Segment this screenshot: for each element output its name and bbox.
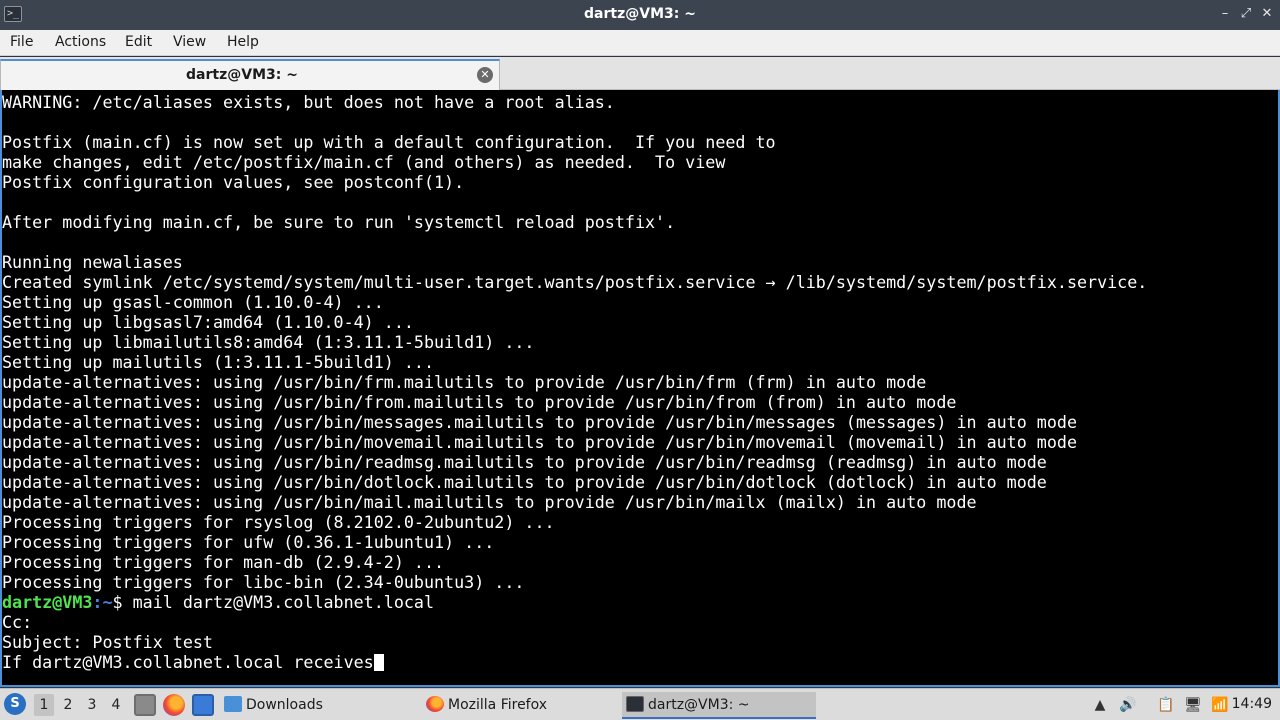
show-desktop-icon[interactable] (192, 694, 214, 716)
firefox-icon (426, 696, 444, 712)
menu-file[interactable]: File (10, 34, 33, 50)
terminal-line: update-alternatives: using /usr/bin/mess… (2, 412, 1077, 432)
tab-bar: dartz@VM3: ~ ✕ (0, 57, 1280, 90)
terminal-line: Setting up libgsasl7:amd64 (1.10.0-4) ..… (2, 312, 414, 332)
terminal-line: Created symlink /etc/systemd/system/mult… (2, 272, 1148, 292)
terminal-line: Postfix configuration values, see postco… (2, 172, 465, 192)
volume-icon[interactable]: 🔊 (1119, 696, 1137, 714)
display-icon[interactable]: 🖥 (1184, 696, 1202, 714)
terminal-line: Setting up mailutils (1:3.11.1-5build1) … (2, 352, 435, 372)
menu-help[interactable]: Help (227, 34, 259, 50)
terminal-icon (626, 696, 644, 712)
terminal-line: Setting up libmailutils8:amd64 (1:3.11.1… (2, 332, 535, 352)
task-downloads[interactable]: Downloads (224, 692, 412, 719)
window-titlebar: >_ dartz@VM3: ~ – ⤢ ✕ (0, 0, 1280, 30)
tab-close-icon[interactable]: ✕ (477, 67, 493, 83)
folder-icon (224, 696, 242, 712)
firefox-icon[interactable] (163, 694, 185, 716)
task-label: dartz@VM3: ~ (648, 697, 750, 713)
terminal-line: Subject: Postfix test (2, 632, 213, 652)
clock: 14:49 (1231, 696, 1272, 712)
terminal-line: Cc: (2, 612, 33, 632)
task-firefox[interactable]: Mozilla Firefox (424, 692, 614, 719)
terminal-line: update-alternatives: using /usr/bin/dotl… (2, 472, 1047, 492)
terminal-line: update-alternatives: using /usr/bin/read… (2, 452, 1047, 472)
terminal-line: update-alternatives: using /usr/bin/frm.… (2, 372, 927, 392)
task-label: Mozilla Firefox (448, 697, 548, 713)
terminal-line: Postfix (main.cf) is now set up with a d… (2, 132, 776, 152)
start-menu-icon[interactable]: S (4, 693, 26, 715)
tab-label: dartz@VM3: ~ (186, 67, 298, 83)
terminal-line: Processing triggers for rsyslog (8.2102.… (2, 512, 555, 532)
close-button[interactable]: ✕ (1260, 7, 1274, 21)
terminal-line: Setting up gsasl-common (1.10.0-4) ... (2, 292, 384, 312)
tray-expand-icon[interactable]: ▲ (1091, 696, 1109, 714)
window-title: dartz@VM3: ~ (584, 6, 696, 22)
menu-view[interactable]: View (173, 34, 206, 50)
terminal-line: update-alternatives: using /usr/bin/move… (2, 432, 1077, 452)
terminal-line: Processing triggers for man-db (2.9.4-2)… (2, 552, 445, 572)
workspace-3[interactable]: 3 (82, 694, 102, 716)
prompt-command: mail dartz@VM3.collabnet.local (122, 592, 435, 612)
task-terminal[interactable]: dartz@VM3: ~ (622, 692, 816, 719)
terminal-line: update-alternatives: using /usr/bin/mail… (2, 492, 977, 512)
terminal-line: After modifying main.cf, be sure to run … (2, 212, 676, 232)
terminal-line: Running newaliases (2, 252, 183, 272)
menu-bar: File Actions Edit View Help (0, 30, 1280, 56)
taskbar: S 1 2 3 4 Downloads Mozilla Firefox dart… (0, 688, 1280, 720)
terminal-line: Processing triggers for ufw (0.36.1-1ubu… (2, 532, 495, 552)
prompt-line: dartz@VM3:~$ mail dartz@VM3.collabnet.lo… (2, 592, 1147, 612)
network-icon[interactable]: 📶 (1211, 696, 1229, 714)
terminal-tab[interactable]: dartz@VM3: ~ ✕ (0, 59, 500, 90)
minimize-button[interactable]: – (1218, 7, 1232, 21)
file-manager-icon[interactable] (134, 694, 156, 716)
workspace-2[interactable]: 2 (58, 694, 78, 716)
input-line[interactable]: If dartz@VM3.collabnet.local receives (2, 652, 1147, 672)
menu-edit[interactable]: Edit (125, 34, 152, 50)
terminal-line: update-alternatives: using /usr/bin/from… (2, 392, 957, 412)
menu-actions[interactable]: Actions (55, 34, 106, 50)
prompt-path: :~ (92, 592, 113, 612)
terminal-lines: WARNING: /etc/aliases exists, but does n… (2, 92, 1147, 672)
text-cursor (373, 654, 384, 671)
clipboard-icon[interactable]: 📋 (1157, 696, 1175, 714)
prompt-user-host: dartz@VM3 (2, 592, 93, 612)
terminal-line: make changes, edit /etc/postfix/main.cf … (2, 152, 726, 172)
task-label: Downloads (246, 697, 323, 713)
terminal-line: Processing triggers for libc-bin (2.34-0… (2, 572, 525, 592)
workspace-4[interactable]: 4 (106, 694, 126, 716)
maximize-button[interactable]: ⤢ (1239, 7, 1253, 21)
terminal-line: WARNING: /etc/aliases exists, but does n… (2, 92, 615, 112)
current-input: If dartz@VM3.collabnet.local receives (2, 652, 374, 672)
workspace-1[interactable]: 1 (34, 694, 54, 716)
terminal-output[interactable]: WARNING: /etc/aliases exists, but does n… (0, 90, 1280, 687)
prompt-symbol: $ (112, 592, 123, 612)
